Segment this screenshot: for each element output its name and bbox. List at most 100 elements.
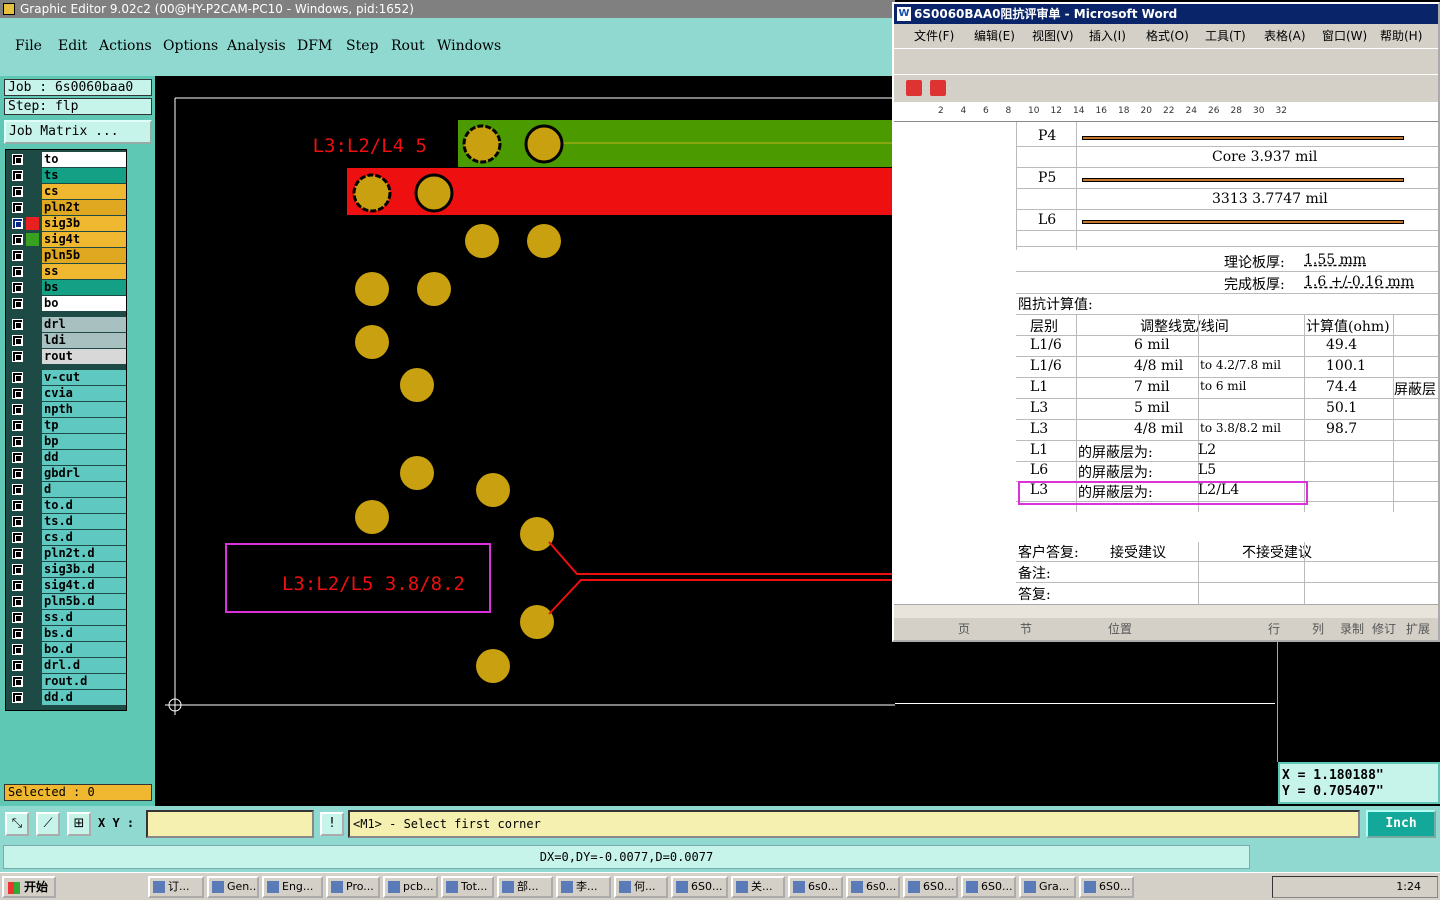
- taskbar-item[interactable]: 6S0...: [961, 876, 1016, 898]
- layer-row-npth[interactable]: npth: [8, 402, 126, 417]
- layer-color-swatch[interactable]: [26, 675, 39, 688]
- layer-checkbox[interactable]: [12, 580, 23, 591]
- layer-name[interactable]: to: [42, 152, 126, 167]
- layer-row-drl.d[interactable]: drl.d: [8, 658, 126, 673]
- layer-color-swatch[interactable]: [26, 563, 39, 576]
- layer-name[interactable]: rout: [42, 349, 126, 364]
- layer-color-swatch[interactable]: [26, 249, 39, 262]
- word-menu-format[interactable]: 格式(O): [1146, 24, 1189, 48]
- layer-row-v-cut[interactable]: v-cut: [8, 370, 126, 385]
- layer-checkbox[interactable]: [12, 234, 23, 245]
- layer-color-swatch[interactable]: [26, 531, 39, 544]
- layer-row-sig3b.d[interactable]: sig3b.d: [8, 562, 126, 577]
- taskbar-item[interactable]: 6S0...: [671, 876, 728, 898]
- layer-checkbox[interactable]: [12, 298, 23, 309]
- taskbar-item[interactable]: 何...: [614, 876, 668, 898]
- layer-color-swatch[interactable]: [26, 350, 39, 363]
- layer-row-ldi[interactable]: ldi: [8, 333, 126, 348]
- taskbar-item[interactable]: 6s0...: [846, 876, 900, 898]
- layer-color-swatch[interactable]: [26, 297, 39, 310]
- layer-row-bo[interactable]: bo: [8, 296, 126, 311]
- layer-name[interactable]: sig3b.d: [42, 562, 126, 577]
- layer-color-swatch[interactable]: [26, 403, 39, 416]
- layer-color-swatch[interactable]: [26, 483, 39, 496]
- layer-color-swatch[interactable]: [26, 643, 39, 656]
- layer-name[interactable]: tp: [42, 418, 126, 433]
- layer-color-swatch[interactable]: [26, 595, 39, 608]
- layer-checkbox[interactable]: [12, 532, 23, 543]
- layer-checkbox[interactable]: [12, 596, 23, 607]
- layer-name[interactable]: pln5b: [42, 248, 126, 263]
- layer-row-to.d[interactable]: to.d: [8, 498, 126, 513]
- layer-row-bs.d[interactable]: bs.d: [8, 626, 126, 641]
- layer-checkbox[interactable]: [12, 420, 23, 431]
- layer-checkbox[interactable]: [12, 351, 23, 362]
- layer-row-sig4t[interactable]: sig4t: [8, 232, 126, 247]
- layer-checkbox[interactable]: [12, 452, 23, 463]
- layer-name[interactable]: sig4t.d: [42, 578, 126, 593]
- layer-name[interactable]: cs.d: [42, 530, 126, 545]
- layer-name[interactable]: gbdrl: [42, 466, 126, 481]
- menu-windows[interactable]: Windows: [437, 38, 501, 54]
- layer-name[interactable]: ss.d: [42, 610, 126, 625]
- menu-rout[interactable]: Rout: [391, 38, 425, 54]
- layer-row-dd[interactable]: dd: [8, 450, 126, 465]
- layer-row-rout.d[interactable]: rout.d: [8, 674, 126, 689]
- measure-icon[interactable]: ⟋: [36, 812, 60, 836]
- layer-checkbox[interactable]: [12, 404, 23, 415]
- layer-checkbox[interactable]: [12, 516, 23, 527]
- word-menu-view[interactable]: 视图(V): [1032, 24, 1074, 48]
- layer-name[interactable]: drl.d: [42, 658, 126, 673]
- word-menu-table[interactable]: 表格(A): [1264, 24, 1306, 48]
- taskbar-item[interactable]: 订...: [148, 876, 204, 898]
- layer-name[interactable]: npth: [42, 402, 126, 417]
- layer-name[interactable]: bo: [42, 296, 126, 311]
- layer-checkbox[interactable]: [12, 500, 23, 511]
- taskbar-item[interactable]: Eng...: [262, 876, 323, 898]
- layer-checkbox[interactable]: [12, 564, 23, 575]
- job-matrix-button[interactable]: Job Matrix ...: [4, 120, 152, 144]
- menu-dfm[interactable]: DFM: [297, 38, 332, 54]
- layer-name[interactable]: to.d: [42, 498, 126, 513]
- layer-color-swatch[interactable]: [26, 217, 39, 230]
- layer-row-pln2t[interactable]: pln2t: [8, 200, 126, 215]
- layer-name[interactable]: dd: [42, 450, 126, 465]
- layer-row-d[interactable]: d: [8, 482, 126, 497]
- taskbar-item[interactable]: 李...: [556, 876, 611, 898]
- layer-color-swatch[interactable]: [26, 611, 39, 624]
- layer-row-pln5b[interactable]: pln5b: [8, 248, 126, 263]
- layer-name[interactable]: pln5b.d: [42, 594, 126, 609]
- menu-analysis[interactable]: Analysis: [227, 38, 286, 54]
- word-menu-insert[interactable]: 插入(I): [1089, 24, 1126, 48]
- layer-name[interactable]: cvia: [42, 386, 126, 401]
- layer-checkbox[interactable]: [12, 612, 23, 623]
- layer-name[interactable]: ldi: [42, 333, 126, 348]
- layer-name[interactable]: pln2t: [42, 200, 126, 215]
- layer-checkbox[interactable]: [12, 484, 23, 495]
- pdf-icon[interactable]: [906, 80, 922, 96]
- menu-edit[interactable]: Edit: [58, 38, 87, 54]
- xy-input[interactable]: [146, 810, 314, 838]
- layer-row-dd.d[interactable]: dd.d: [8, 690, 126, 705]
- layer-color-swatch[interactable]: [26, 201, 39, 214]
- layer-name[interactable]: sig4t: [42, 232, 126, 247]
- layer-color-swatch[interactable]: [26, 153, 39, 166]
- taskbar-item[interactable]: Gen...: [207, 876, 259, 898]
- taskbar-item[interactable]: 部...: [497, 876, 553, 898]
- layer-name[interactable]: bs.d: [42, 626, 126, 641]
- layer-color-swatch[interactable]: [26, 233, 39, 246]
- layer-row-pln2t.d[interactable]: pln2t.d: [8, 546, 126, 561]
- layer-checkbox[interactable]: [12, 319, 23, 330]
- layer-row-sig3b[interactable]: sig3b: [8, 216, 126, 231]
- taskbar-item[interactable]: Gra...: [1019, 876, 1076, 898]
- taskbar-item[interactable]: Pro...: [326, 876, 380, 898]
- taskbar-item[interactable]: 6S0...: [1079, 876, 1134, 898]
- layer-row-to[interactable]: to: [8, 152, 126, 167]
- layer-checkbox[interactable]: [12, 388, 23, 399]
- grid-icon[interactable]: ⊞: [67, 812, 91, 836]
- layer-color-swatch[interactable]: [26, 169, 39, 182]
- layer-row-cs[interactable]: cs: [8, 184, 126, 199]
- layer-name[interactable]: rout.d: [42, 674, 126, 689]
- layer-row-pln5b.d[interactable]: pln5b.d: [8, 594, 126, 609]
- layer-checkbox[interactable]: [12, 676, 23, 687]
